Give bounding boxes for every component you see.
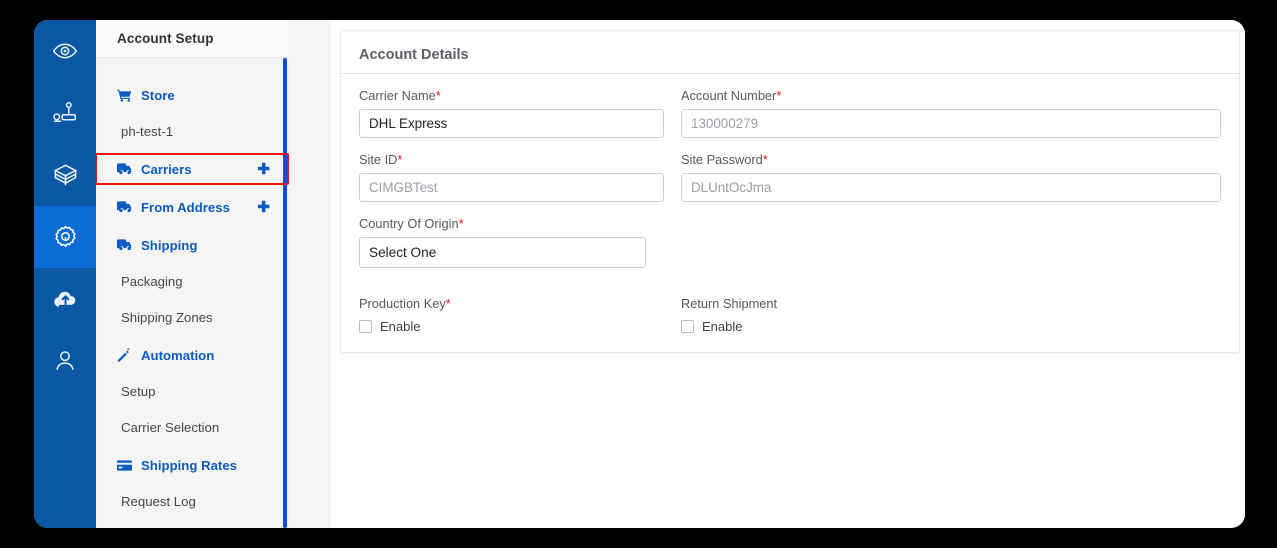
account-details-card: Account Details Carrier Name* Account Nu… — [340, 30, 1240, 353]
sidebar-header: Account Setup — [96, 20, 288, 58]
account-setup-sidebar: Account Setup Store ph-test-1 Carriers ✚… — [96, 20, 332, 528]
sidebar-nav-list: Store ph-test-1 Carriers ✚ From Address … — [96, 58, 331, 528]
field-account-number: Account Number* — [681, 88, 1221, 138]
sidebar-item-label: Shipping Zones — [121, 309, 213, 325]
open-box-icon — [52, 162, 79, 189]
sidebar-item-shipping-class[interactable]: Shipping Class — [96, 522, 288, 528]
sidebar-item-from-address[interactable]: From Address ✚ — [96, 192, 288, 222]
app-window: Account Setup Store ph-test-1 Carriers ✚… — [34, 20, 1245, 528]
sidebar-item-label: ph-test-1 — [121, 123, 174, 139]
required-asterisk: * — [762, 152, 768, 167]
field-site-id: Site ID* — [359, 152, 664, 202]
sidebar-item-ph-test-1[interactable]: ph-test-1 — [96, 116, 288, 146]
sidebar-item-label: Setup — [121, 383, 156, 399]
site-password-input[interactable] — [681, 173, 1221, 202]
sidebar-item-label: Store — [141, 87, 175, 103]
shopping-cart-icon — [117, 88, 134, 102]
sidebar-item-shipping-zones[interactable]: Shipping Zones — [96, 302, 288, 332]
truck-icon — [117, 162, 134, 176]
required-asterisk: * — [397, 152, 403, 167]
sidebar-item-store[interactable]: Store — [96, 80, 288, 110]
sidebar-item-label: Carriers — [141, 161, 192, 177]
carrier-name-label: Carrier Name* — [359, 88, 441, 103]
rail-item-settings[interactable] — [34, 206, 96, 268]
field-country-of-origin: Country Of Origin* Select One — [359, 216, 646, 268]
field-production-key: Production Key* Enable — [359, 296, 664, 334]
rail-item-user[interactable] — [34, 330, 96, 392]
sidebar-item-label: Shipping — [141, 237, 198, 253]
country-of-origin-select[interactable]: Select One — [359, 237, 646, 268]
account-number-input[interactable] — [681, 109, 1221, 138]
country-of-origin-label: Country Of Origin* — [359, 216, 464, 231]
account-number-label: Account Number* — [681, 88, 782, 103]
account-details-form: Carrier Name* Account Number* Site ID* — [341, 74, 1239, 334]
sidebar-item-carriers[interactable]: Carriers ✚ — [96, 153, 289, 185]
sidebar-item-label: Automation — [141, 347, 215, 363]
sidebar-item-label: Carrier Selection — [121, 419, 220, 435]
sidebar-item-packaging[interactable]: Packaging — [96, 266, 288, 296]
rail-item-eye[interactable] — [34, 20, 96, 82]
required-asterisk: * — [776, 88, 782, 103]
rail-item-open-box[interactable] — [34, 144, 96, 206]
sidebar-item-label: Packaging — [121, 273, 183, 289]
credit-card-icon — [117, 458, 134, 472]
eye-icon — [52, 38, 78, 64]
sidebar-item-automation[interactable]: Automation — [96, 340, 288, 370]
sidebar-item-request-log[interactable]: Request Log — [96, 486, 288, 516]
return-shipment-label: Return Shipment — [681, 296, 778, 311]
return-shipment-checkbox-row[interactable]: Enable — [681, 319, 1221, 334]
truck-icon — [117, 238, 134, 252]
sidebar-item-label: From Address — [141, 199, 230, 215]
production-key-checkbox-label: Enable — [380, 319, 421, 334]
sidebar-item-shipping[interactable]: Shipping — [96, 230, 288, 260]
add-carrier-button[interactable]: ✚ — [257, 162, 270, 177]
sidebar-item-label: Shipping Rates — [141, 457, 237, 473]
rail-item-joystick[interactable] — [34, 82, 96, 144]
sidebar-title: Account Setup — [117, 31, 214, 46]
main-content: Account Details Carrier Name* Account Nu… — [332, 20, 1245, 528]
required-asterisk: * — [445, 296, 451, 311]
rail-item-cloud-upload[interactable] — [34, 268, 96, 330]
card-title: Account Details — [341, 31, 1239, 74]
sidebar-item-setup[interactable]: Setup — [96, 376, 288, 406]
sidebar-item-carrier-selection[interactable]: Carrier Selection — [96, 412, 288, 442]
truck-icon — [117, 200, 134, 214]
sidebar-item-shipping-rates[interactable]: Shipping Rates — [96, 450, 288, 480]
production-key-checkbox-row[interactable]: Enable — [359, 319, 664, 334]
site-id-input[interactable] — [359, 173, 664, 202]
form-row-1: Carrier Name* Account Number* — [359, 88, 1221, 152]
form-row-4: Production Key* Enable Return Shipment E… — [359, 296, 1221, 334]
production-key-label: Production Key* — [359, 296, 451, 311]
required-asterisk: * — [435, 88, 441, 103]
joystick-icon — [52, 100, 78, 126]
return-shipment-checkbox[interactable] — [681, 320, 694, 333]
primary-icon-rail — [34, 20, 96, 528]
form-row-3: Country Of Origin* Select One — [359, 216, 1221, 282]
add-from-address-button[interactable]: ✚ — [257, 200, 270, 215]
field-carrier-name: Carrier Name* — [359, 88, 664, 138]
sidebar-item-label: Request Log — [121, 493, 196, 509]
user-icon — [52, 348, 78, 374]
site-id-label: Site ID* — [359, 152, 403, 167]
cloud-upload-icon — [52, 286, 79, 313]
required-asterisk: * — [458, 216, 464, 231]
field-return-shipment: Return Shipment Enable — [681, 296, 1221, 334]
production-key-checkbox[interactable] — [359, 320, 372, 333]
site-password-label: Site Password* — [681, 152, 768, 167]
carrier-name-input[interactable] — [359, 109, 664, 138]
form-row-2: Site ID* Site Password* — [359, 152, 1221, 216]
return-shipment-checkbox-label: Enable — [702, 319, 743, 334]
magic-wand-icon — [117, 348, 134, 362]
field-site-password: Site Password* — [681, 152, 1221, 202]
gear-wrench-icon — [52, 224, 79, 251]
